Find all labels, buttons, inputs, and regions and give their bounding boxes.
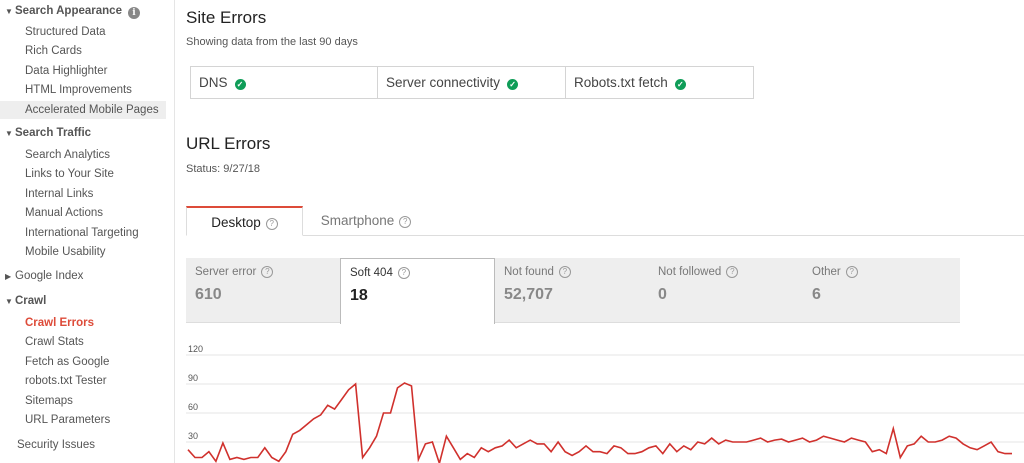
tab-smartphone[interactable]: Smartphone? xyxy=(311,206,421,236)
help-icon[interactable]: ? xyxy=(261,266,274,278)
stat-soft-404[interactable]: Soft 404? 18 xyxy=(340,258,495,324)
stat-not-found[interactable]: Not found? 52,707 xyxy=(495,258,649,322)
site-errors-subtitle: Showing data from the last 90 days xyxy=(186,36,358,48)
sidebar-item-security-issues[interactable]: Security Issues xyxy=(0,436,166,454)
info-icon[interactable]: i xyxy=(127,7,140,19)
check-icon: ✓ xyxy=(674,79,686,90)
help-icon[interactable]: ? xyxy=(726,266,739,278)
sidebar-item-search-analytics[interactable]: Search Analytics xyxy=(0,146,166,164)
url-errors-status: Status: 9/27/18 xyxy=(186,163,260,175)
check-icon: ✓ xyxy=(507,79,519,90)
sidebar-item-manual-actions[interactable]: Manual Actions xyxy=(0,204,166,222)
sidebar-nav: ▼ Search Appearance i Structured Data Rich… xyxy=(0,0,175,463)
robots-fetch-status: Robots.txt fetch ✓ xyxy=(566,67,753,98)
sidebar-item-structured-data[interactable]: Structured Data xyxy=(0,23,166,41)
triangle-right-icon: ▶ xyxy=(5,272,12,281)
site-errors-status-row: DNS ✓ Server connectivity ✓ Robots.txt fet… xyxy=(190,66,754,99)
help-icon[interactable]: ? xyxy=(397,267,410,279)
stat-not-followed[interactable]: Not followed? 0 xyxy=(649,258,803,322)
triangle-down-icon: ▼ xyxy=(5,297,13,306)
sidebar-item-links-to-site[interactable]: Links to Your Site xyxy=(0,165,166,183)
dns-status: DNS ✓ xyxy=(191,67,378,98)
main-content: Site Errors Showing data from the last 9… xyxy=(186,0,1024,463)
y-tick-label: 60 xyxy=(188,402,198,412)
help-icon[interactable]: ? xyxy=(265,218,278,230)
server-connectivity-status: Server connectivity ✓ xyxy=(378,67,566,98)
y-tick-label: 30 xyxy=(188,431,198,441)
search-traffic-header[interactable]: ▼ Search Traffic xyxy=(0,124,170,142)
help-icon[interactable]: ? xyxy=(558,266,571,278)
triangle-down-icon: ▼ xyxy=(5,129,13,138)
sidebar-item-international-targeting[interactable]: International Targeting xyxy=(0,224,166,242)
search-appearance-header[interactable]: ▼ Search Appearance i xyxy=(0,2,170,20)
sidebar-item-crawl-errors[interactable]: Crawl Errors xyxy=(0,314,166,332)
tab-desktop[interactable]: Desktop? xyxy=(186,206,303,236)
stat-server-error[interactable]: Server error? 610 xyxy=(186,258,340,322)
series-line xyxy=(187,382,1012,463)
sidebar-item-fetch-as-google[interactable]: Fetch as Google xyxy=(0,353,166,371)
y-tick-label: 120 xyxy=(188,344,203,354)
sidebar-item-html-improvements[interactable]: HTML Improvements xyxy=(0,81,166,99)
sidebar-item-data-highlighter[interactable]: Data Highlighter xyxy=(0,62,166,80)
sidebar-item-robots-tester[interactable]: robots.txt Tester xyxy=(0,372,166,390)
site-errors-title: Site Errors xyxy=(186,8,267,27)
sidebar-item-internal-links[interactable]: Internal Links xyxy=(0,185,166,203)
check-icon: ✓ xyxy=(234,79,246,90)
error-stats-row: Server error? 610 Soft 404? 18 Not found… xyxy=(186,258,960,324)
sidebar-item-crawl-stats[interactable]: Crawl Stats xyxy=(0,333,166,351)
sidebar-item-amp[interactable]: Accelerated Mobile Pages xyxy=(0,101,166,119)
sidebar-item-mobile-usability[interactable]: Mobile Usability xyxy=(0,243,166,261)
triangle-down-icon: ▼ xyxy=(5,7,13,16)
url-errors-title: URL Errors xyxy=(186,134,271,153)
stat-other[interactable]: Other? 6 xyxy=(803,258,958,322)
crawl-header[interactable]: ▼ Crawl xyxy=(0,292,170,310)
sidebar-item-sitemaps[interactable]: Sitemaps xyxy=(0,392,166,410)
y-tick-label: 90 xyxy=(188,373,198,383)
soft-404-line-chart: 120 90 60 30 xyxy=(186,344,1024,463)
google-index-header[interactable]: ▶ Google Index xyxy=(0,267,170,285)
help-icon[interactable]: ? xyxy=(399,216,412,228)
help-icon[interactable]: ? xyxy=(845,266,858,278)
sidebar-item-rich-cards[interactable]: Rich Cards xyxy=(0,42,166,60)
sidebar-item-url-parameters[interactable]: URL Parameters xyxy=(0,411,166,429)
